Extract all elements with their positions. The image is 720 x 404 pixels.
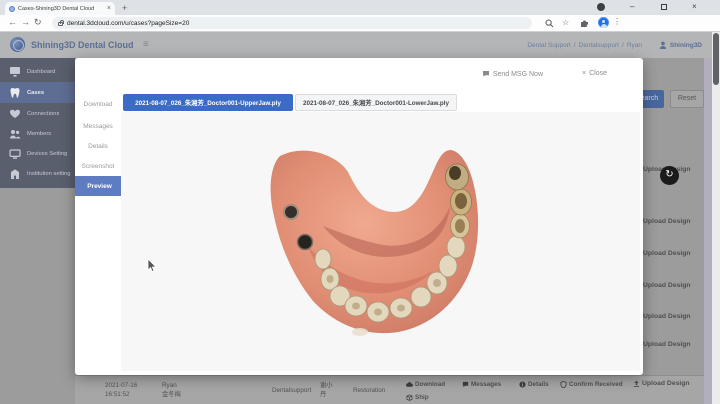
shining3d-logo-icon bbox=[10, 37, 25, 52]
bookmark-star-icon[interactable]: ☆ bbox=[562, 18, 569, 27]
https-lock-icon bbox=[58, 22, 63, 26]
record-indicator-icon bbox=[597, 3, 605, 11]
tab-upperjaw-file[interactable]: 2021-08-07_026_朱湘芳_Doctor001-UpperJaw.pl… bbox=[123, 94, 293, 111]
browser-tab[interactable]: Cases-Shining3D Dental Cloud × bbox=[5, 2, 115, 15]
reset-view-button[interactable]: ↻ bbox=[660, 166, 679, 185]
page-scrollbar[interactable] bbox=[704, 58, 712, 404]
refresh-icon[interactable]: ↻ bbox=[34, 17, 42, 28]
sidebar-item-members[interactable]: Members bbox=[0, 123, 75, 144]
case-organization: Dentalsupport bbox=[272, 386, 311, 395]
institution-icon bbox=[9, 168, 21, 180]
sidebar-item-connections[interactable]: Connections bbox=[0, 103, 75, 124]
tab-lowerjaw-file[interactable]: 2021-08-07_026_朱湘芳_Doctor001-LowerJaw.pl… bbox=[295, 94, 457, 111]
details-action[interactable]: Details bbox=[519, 380, 549, 389]
tab-title: Cases-Shining3D Dental Cloud bbox=[18, 6, 104, 12]
extensions-icon[interactable] bbox=[580, 19, 589, 28]
window-maximize-button[interactable] bbox=[661, 4, 667, 10]
dental-scan-3d-model[interactable] bbox=[268, 146, 483, 336]
account-menu[interactable]: Shining3D bbox=[659, 41, 702, 49]
info-circle-icon bbox=[519, 381, 526, 388]
search-icon[interactable] bbox=[545, 19, 554, 28]
modal-nav-messages[interactable]: Messages bbox=[75, 116, 121, 136]
sidebar-item-institution-setting[interactable]: Institution setting bbox=[0, 163, 75, 184]
close-modal-button[interactable]: × Close bbox=[582, 70, 607, 77]
window-close-button[interactable]: × bbox=[692, 2, 697, 11]
window-minimize-button[interactable]: – bbox=[630, 2, 634, 11]
send-message-icon bbox=[482, 70, 490, 78]
collapse-menu-icon[interactable]: ≡ bbox=[143, 39, 149, 50]
chat-bubble-icon bbox=[462, 381, 469, 388]
breadcrumb: Dental Support / Dentalsupport / Ryan bbox=[527, 42, 642, 49]
tab-close-icon[interactable]: × bbox=[107, 5, 111, 12]
app-title: Shining3D Dental Cloud bbox=[31, 40, 134, 50]
case-creator: Ryan金冬梅 bbox=[162, 381, 181, 400]
modal-nav-preview[interactable]: Preview bbox=[75, 176, 124, 196]
upload-icon bbox=[633, 380, 640, 387]
shield-check-icon bbox=[560, 381, 567, 388]
mouse-cursor bbox=[147, 259, 157, 273]
case-preview-modal: Send MSG Now × Close Download Messages D… bbox=[75, 58, 643, 375]
messages-action[interactable]: Messages bbox=[462, 380, 501, 389]
forward-icon[interactable]: → bbox=[21, 17, 30, 27]
upload-design-action[interactable]: Upload Design bbox=[633, 380, 690, 387]
dashboard-icon bbox=[9, 66, 21, 78]
members-icon bbox=[9, 128, 21, 140]
new-tab-button[interactable]: + bbox=[122, 3, 127, 13]
breadcrumb-item[interactable]: Ryan bbox=[627, 42, 642, 49]
chrome-menu-icon[interactable]: ⋮ bbox=[613, 17, 621, 26]
window-scrollbar-track[interactable] bbox=[712, 32, 720, 404]
download-action[interactable]: Download bbox=[406, 380, 445, 389]
sidebar: Dashboard Cases Connections Members bbox=[0, 58, 75, 188]
sidebar-item-cases[interactable]: Cases bbox=[0, 82, 75, 103]
breadcrumb-separator: / bbox=[574, 42, 576, 49]
case-type: Restoration bbox=[353, 386, 385, 395]
model-viewport[interactable]: ↻ bbox=[121, 112, 640, 371]
breadcrumb-item[interactable]: Dentalsupport bbox=[579, 42, 619, 49]
back-icon[interactable]: ← bbox=[8, 17, 17, 27]
breadcrumb-separator: / bbox=[622, 42, 624, 49]
modal-nav-screenshot[interactable]: Screenshot bbox=[75, 156, 121, 176]
sidebar-item-dashboard[interactable]: Dashboard bbox=[0, 61, 75, 82]
cloud-download-icon bbox=[406, 381, 413, 388]
account-label: Shining3D bbox=[670, 42, 702, 49]
tooth-icon bbox=[9, 87, 21, 99]
user-icon bbox=[659, 41, 667, 49]
connections-icon bbox=[9, 108, 21, 120]
send-msg-now-button[interactable]: Send MSG Now bbox=[482, 70, 543, 78]
ship-action[interactable]: Ship bbox=[406, 393, 429, 402]
case-date: 2021-07-1616:51:52 bbox=[105, 381, 137, 400]
modal-nav-details[interactable]: Details bbox=[75, 136, 121, 156]
window-scrollbar-thumb[interactable] bbox=[713, 33, 719, 85]
browser-tabstrip: Cases-Shining3D Dental Cloud × + – × bbox=[0, 0, 720, 15]
close-icon: × bbox=[582, 70, 586, 77]
url-text: dental.3dcloud.com/u/cases?pageSize=20 bbox=[67, 20, 189, 27]
implant-hole bbox=[284, 205, 298, 219]
address-bar[interactable]: dental.3dcloud.com/u/cases?pageSize=20 bbox=[52, 17, 532, 29]
reset-button[interactable]: Reset bbox=[670, 90, 704, 108]
tab-favicon bbox=[9, 6, 15, 12]
devices-icon bbox=[9, 148, 21, 160]
sidebar-item-devices-setting[interactable]: Devices Setting bbox=[0, 143, 75, 164]
ship-box-icon bbox=[406, 394, 413, 401]
case-patient: 谢小丹 bbox=[320, 381, 333, 400]
browser-window: Cases-Shining3D Dental Cloud × + – × ← →… bbox=[0, 0, 720, 404]
confirm-received-action[interactable]: Confirm Received bbox=[560, 380, 623, 389]
modal-nav-download[interactable]: Download bbox=[75, 94, 121, 114]
browser-profile-avatar[interactable] bbox=[598, 17, 609, 28]
breadcrumb-item[interactable]: Dental Support bbox=[527, 42, 570, 49]
implant-hole bbox=[298, 235, 313, 250]
